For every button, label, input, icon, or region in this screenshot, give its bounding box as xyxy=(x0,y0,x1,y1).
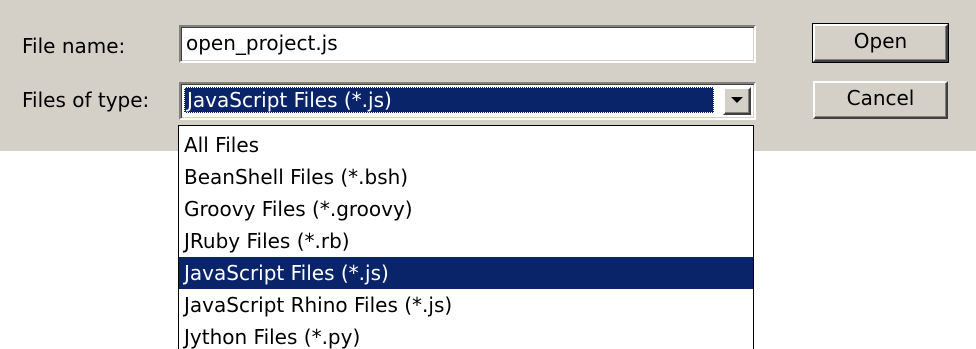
file-name-label: File name: xyxy=(22,34,126,58)
file-name-value: open_project.js xyxy=(186,31,338,55)
dropdown-list-item[interactable]: BeanShell Files (*.bsh) xyxy=(179,161,753,193)
cancel-button[interactable]: Cancel xyxy=(813,81,948,119)
combobox-dropdown-button[interactable] xyxy=(723,87,751,115)
dropdown-list-item[interactable]: JavaScript Rhino Files (*.js) xyxy=(179,289,753,321)
focus-rectangle xyxy=(184,87,714,113)
files-of-type-combobox[interactable]: JavaScript Files (*.js) xyxy=(179,82,756,120)
dropdown-list-item[interactable]: JavaScript Files (*.js) xyxy=(179,257,753,289)
dropdown-list-item[interactable]: All Files xyxy=(179,129,753,161)
dropdown-list-item[interactable]: Groovy Files (*.groovy) xyxy=(179,193,753,225)
file-chooser-dialog: File name: open_project.js Files of type… xyxy=(0,0,976,349)
open-button[interactable]: Open xyxy=(812,23,949,63)
dropdown-list-item[interactable]: Jython Files (*.py) xyxy=(179,321,753,349)
files-of-type-selected: JavaScript Files (*.js) xyxy=(184,87,714,113)
files-of-type-label: Files of type: xyxy=(22,88,150,112)
files-of-type-dropdown-list[interactable]: All Files BeanShell Files (*.bsh) Groovy F… xyxy=(178,125,754,349)
chevron-down-icon xyxy=(731,97,743,103)
dropdown-list-item[interactable]: JRuby Files (*.rb) xyxy=(179,225,753,257)
file-name-field[interactable]: open_project.js xyxy=(179,25,756,63)
